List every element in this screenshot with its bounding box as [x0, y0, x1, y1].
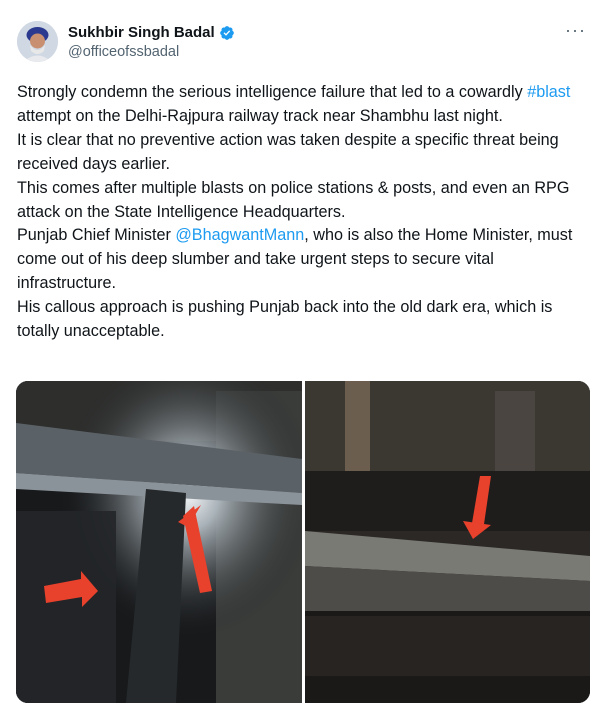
- author-handle[interactable]: @officeofssbadal: [68, 44, 179, 60]
- tweet-paragraph-1: Strongly condemn the serious intelligenc…: [17, 81, 591, 129]
- tweet-paragraph-2: It is clear that no preventive action wa…: [17, 130, 559, 173]
- photo-left-image: [16, 381, 302, 703]
- tweet-paragraph-3: This comes after multiple blasts on poli…: [17, 178, 570, 221]
- tweet-text-segment: attempt on the Delhi-Rajpura railway tra…: [17, 106, 503, 125]
- verified-badge-icon: [219, 25, 235, 41]
- tweet-paragraph-4: Punjab Chief Minister @BhagwantMann, who…: [17, 224, 591, 296]
- hashtag-link[interactable]: #blast: [527, 83, 570, 101]
- photo-railway-track-right[interactable]: [305, 381, 590, 703]
- tweet-text: Strongly condemn the serious intelligenc…: [17, 81, 591, 344]
- tweet-text-segment: Punjab Chief Minister: [17, 226, 176, 245]
- author-name-row: Sukhbir Singh Badal: [68, 24, 235, 41]
- more-options-icon[interactable]: ···: [565, 20, 586, 41]
- author-name[interactable]: Sukhbir Singh Badal: [68, 24, 215, 41]
- tweet-paragraph-5: His callous approach is pushing Punjab b…: [17, 298, 553, 341]
- media-grid: [16, 381, 590, 703]
- photo-railway-track-left[interactable]: [16, 381, 302, 703]
- mention-link[interactable]: @BhagwantMann: [175, 226, 304, 244]
- avatar-image: [17, 21, 58, 62]
- photo-right-image: [305, 381, 590, 703]
- tweet-text-segment: Strongly condemn the serious intelligenc…: [17, 83, 528, 101]
- avatar[interactable]: [17, 21, 58, 62]
